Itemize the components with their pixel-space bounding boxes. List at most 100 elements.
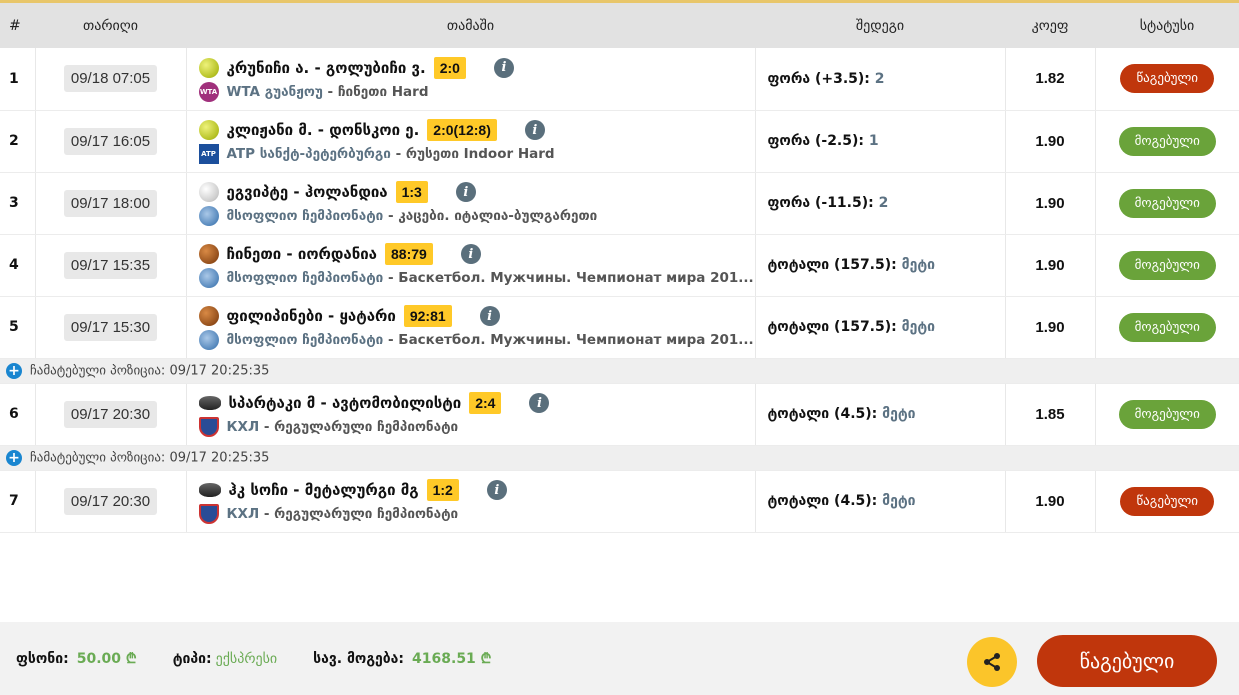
status-badge: მოგებული: [1118, 188, 1216, 218]
status-badge: წაგებული: [1120, 486, 1215, 516]
match-teams[interactable]: ეგვიპტე - ჰოლანდია: [227, 183, 388, 201]
type-value: ექსპრესი: [215, 650, 278, 667]
odds: 1.90: [1005, 296, 1096, 359]
tournament-name: - რეგულარული ჩემპიონატი: [259, 419, 459, 435]
odds: 1.85: [1005, 383, 1096, 446]
match-date: 09/17 18:00: [63, 189, 158, 217]
odds: 1.82: [1005, 48, 1096, 111]
bet-status-button[interactable]: წაგებული: [1037, 635, 1217, 687]
table-row: 1 09/18 07:05 კრუნიჩი ა. - გოლუბიჩი ვ. 2:…: [0, 48, 1239, 111]
match-date: 09/17 20:30: [63, 400, 158, 428]
tournament-name: - Баскетбол. Мужчины. Чемпионат мира 201…: [383, 270, 754, 286]
volleyball-icon: [198, 182, 219, 202]
bet-selection: მეტი: [901, 319, 936, 335]
plus-icon[interactable]: +: [6, 449, 22, 466]
league-name: მსოფლიო ჩემპიონატი: [226, 270, 384, 286]
col-num: #: [0, 3, 35, 48]
tennis-ball-icon: [198, 120, 219, 140]
table-row: 4 09/17 15:35 ჩინეთი - იორდანია 88:79 i მს…: [0, 234, 1239, 297]
row-number: 4: [0, 234, 36, 297]
match-teams[interactable]: კრუნიჩი ა. - გოლუბიჩი ვ.: [227, 59, 426, 77]
match-score: 88:79: [385, 243, 433, 265]
row-number: 6: [0, 383, 36, 446]
basketball-icon: [198, 306, 219, 326]
table-row: 3 09/17 18:00 ეგვიპტე - ჰოლანდია 1:3 i მსო…: [0, 172, 1239, 235]
added-position-text: ჩამატებული პოზიცია: 09/17 20:25:35: [30, 363, 270, 378]
possible-win-label: სავ. მოგება:: [313, 650, 405, 667]
row-number: 1: [0, 48, 36, 111]
added-position-text: ჩამატებული პოზიცია: 09/17 20:25:35: [30, 450, 270, 465]
match-date: 09/17 16:05: [63, 127, 158, 155]
match-score: 2:4: [469, 392, 502, 414]
share-icon: [984, 653, 1000, 671]
odds: 1.90: [1005, 234, 1096, 297]
khl-league-icon: [198, 417, 219, 437]
table-row: 5 09/17 15:30 ფილიპინები - ყატარი 92:81 i …: [0, 296, 1239, 359]
bet-market: ტოტალი (157.5):: [767, 257, 902, 273]
info-icon[interactable]: i: [524, 120, 545, 140]
bet-selection: 2: [874, 70, 885, 87]
share-button[interactable]: [967, 637, 1017, 687]
match-teams[interactable]: ჩინეთი - იორდანია: [227, 245, 378, 263]
league-name: КХЛ: [226, 419, 260, 435]
basketball-icon: [198, 244, 219, 264]
info-icon[interactable]: i: [455, 182, 476, 202]
stake-value: 50.00 ₾: [76, 651, 137, 667]
wta-league-icon: WTA: [198, 81, 219, 102]
possible-win-value: 4168.51 ₾: [412, 651, 492, 667]
odds: 1.90: [1005, 470, 1096, 533]
bet-summary-footer: ფსონი: 50.00 ₾ ტიპი: ექსპრესი სავ. მოგება:…: [0, 622, 1239, 695]
match-score: 1:2: [426, 479, 459, 501]
match-score: 2:0: [433, 56, 466, 79]
tournament-name: - რეგულარული ჩემპიონატი: [259, 506, 459, 522]
tournament-name: - Баскетбол. Мужчины. Чемпионат мира 201…: [383, 332, 754, 348]
info-icon[interactable]: i: [529, 393, 550, 413]
bet-market: ფორა (+3.5):: [767, 70, 875, 87]
match-teams[interactable]: ფილიპინები - ყატარი: [227, 307, 396, 325]
tournament-name: - კაცები. იტალია-ბულგარეთი: [383, 208, 598, 224]
stake-label: ფსონი:: [16, 650, 69, 667]
match-teams[interactable]: სპარტაკი მ - ავტომობილისტი: [229, 394, 462, 412]
info-icon[interactable]: i: [486, 480, 507, 500]
tournament-name: - რუსეთი Indoor Hard: [390, 146, 555, 162]
col-status: სტატუსი: [1095, 3, 1239, 48]
status-badge: წაგებული: [1120, 64, 1215, 94]
col-result: შედეგი: [755, 3, 1005, 48]
plus-icon[interactable]: +: [6, 362, 22, 379]
row-number: 2: [0, 110, 36, 173]
match-date: 09/17 15:35: [63, 251, 158, 279]
status-badge: მოგებული: [1118, 399, 1216, 429]
fiba-league-icon: [198, 268, 219, 288]
col-game: თამაში: [186, 3, 755, 48]
league-name: ATP სანქტ-პეტერბურგი: [226, 146, 391, 162]
match-score: 2:0(12:8): [427, 119, 497, 141]
match-teams[interactable]: კლიჟანი მ. - დონსკოი ე.: [227, 121, 420, 139]
type-label: ტიპი:: [172, 650, 212, 667]
info-icon[interactable]: i: [460, 244, 481, 264]
bet-market: ფორა (-11.5):: [767, 195, 879, 211]
match-date: 09/18 07:05: [63, 65, 158, 93]
table-row: 7 09/17 20:30 ჰკ სოჩი - მეტალურგი მგ 1:2 i…: [0, 470, 1239, 533]
status-badge: მოგებული: [1118, 126, 1216, 156]
status-badge: მოგებული: [1118, 250, 1216, 280]
league-name: მსოფლიო ჩემპიონატი: [226, 208, 384, 224]
bet-selection: მეტი: [882, 493, 916, 509]
fiba-league-icon: [198, 330, 219, 350]
match-teams[interactable]: ჰკ სოჩი - მეტალურგი მგ: [229, 481, 419, 499]
info-icon[interactable]: i: [493, 57, 514, 78]
league-name: WTA გუანჟოუ: [226, 83, 323, 100]
table-row: 2 09/17 16:05 კლიჟანი მ. - დონსკოი ე. 2:0…: [0, 110, 1239, 173]
col-date: თარიღი: [35, 3, 186, 48]
hockey-puck-icon: [198, 483, 221, 497]
match-score: 92:81: [403, 305, 452, 327]
fiba-league-icon: [198, 206, 219, 226]
row-number: 5: [0, 296, 36, 359]
atp-league-icon: ATP: [198, 144, 219, 164]
hockey-puck-icon: [198, 396, 221, 410]
table-header: # თარიღი თამაში შედეგი კოეფ სტატუსი: [0, 3, 1239, 48]
info-icon[interactable]: i: [479, 306, 500, 326]
status-badge: მოგებული: [1118, 312, 1216, 342]
bet-market: ტოტალი (4.5):: [767, 406, 883, 422]
tournament-name: - ჩინეთი Hard: [322, 83, 429, 100]
match-date: 09/17 15:30: [63, 313, 158, 341]
